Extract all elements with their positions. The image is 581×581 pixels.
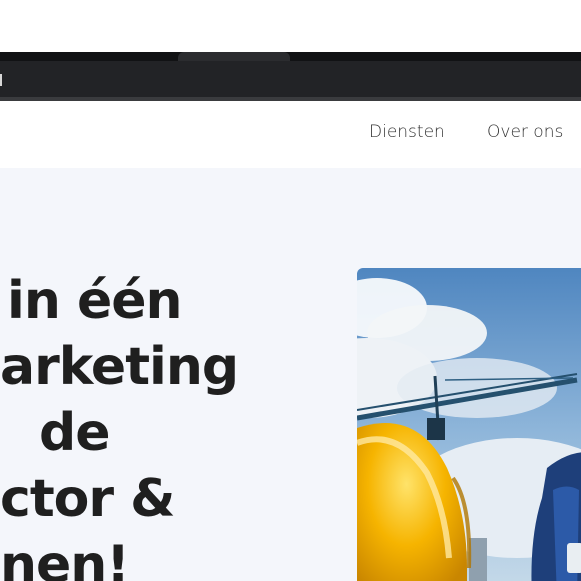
hero-heading-line: arketing [0, 337, 239, 397]
toolbar-edge-icon [0, 74, 2, 86]
browser-toolbar [0, 61, 581, 98]
hero-heading-line: nen! [0, 535, 130, 581]
hero-heading: in één arketing de ctor & nen! [0, 268, 277, 581]
nav-link-diensten[interactable]: Diensten [369, 122, 445, 142]
browser-tab-strip [0, 0, 581, 60]
hero-heading-line: ctor & [0, 469, 176, 529]
hero-heading-line: de [39, 403, 111, 463]
hero-image [357, 268, 581, 581]
construction-photo [357, 268, 581, 581]
hero-heading-line: in één [7, 271, 183, 331]
nav-link-over-ons[interactable]: Over ons [487, 122, 563, 142]
